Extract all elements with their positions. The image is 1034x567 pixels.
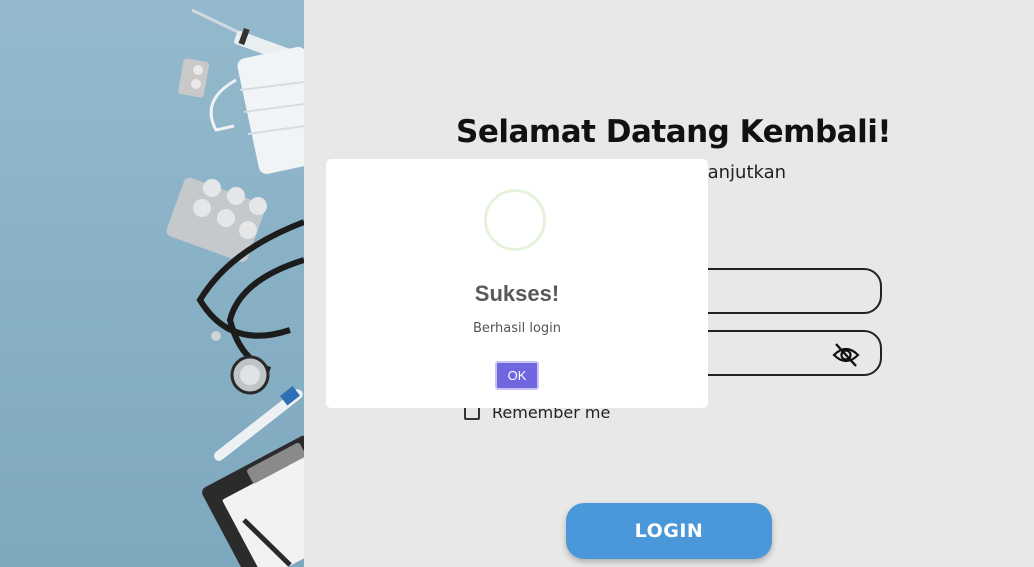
modal-message: Berhasil login bbox=[472, 321, 562, 336]
mask-icon bbox=[209, 46, 304, 174]
medical-items-illustration bbox=[166, 8, 304, 567]
eye-slash-icon[interactable] bbox=[832, 342, 860, 368]
modal-title: Sukses! bbox=[474, 281, 560, 306]
medical-image-panel bbox=[0, 0, 304, 567]
ok-button[interactable]: OK bbox=[495, 361, 539, 390]
success-circle-icon bbox=[484, 189, 546, 251]
page-title: Selamat Datang Kembali! bbox=[456, 114, 891, 150]
login-button[interactable]: LOGIN bbox=[566, 503, 772, 559]
success-modal: Sukses! Berhasil login OK bbox=[326, 159, 708, 408]
pill-pack-small-icon bbox=[178, 58, 210, 98]
page-subtitle: melanjutkan bbox=[674, 162, 787, 183]
